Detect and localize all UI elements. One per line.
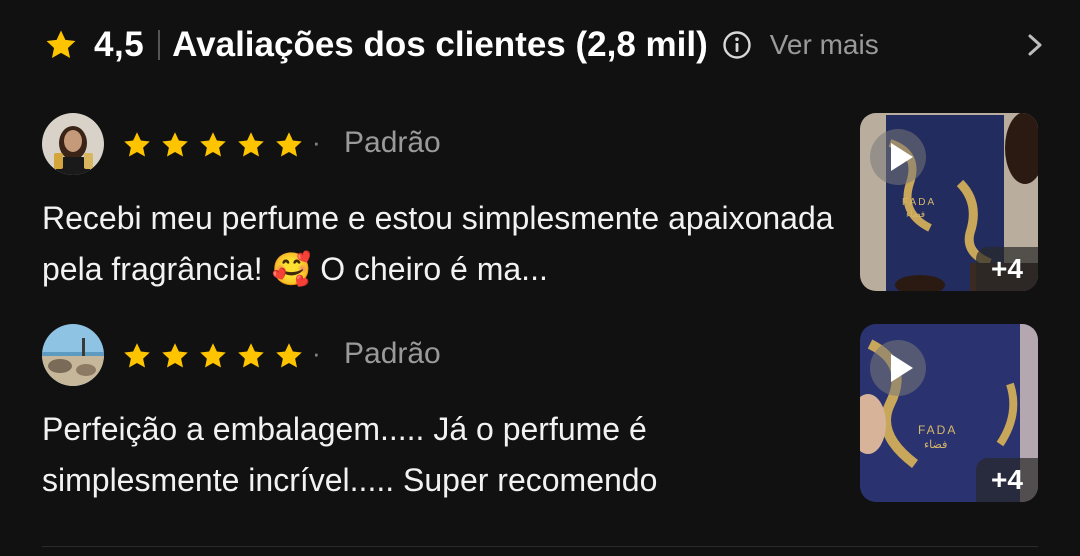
chevron-right-icon[interactable] (1024, 32, 1046, 58)
svg-text:فضاء: فضاء (924, 439, 947, 451)
review-media-thumbnail[interactable]: FADA فضاء +4 (860, 324, 1038, 502)
review-stars (122, 130, 304, 160)
star-icon (122, 130, 152, 160)
play-icon[interactable] (870, 340, 926, 396)
review-text[interactable]: Perfeição a embalagem..... Já o perfume … (42, 404, 842, 506)
reviews-header[interactable]: 4,5 Avaliações dos clientes (2,8 mil) Ve… (44, 18, 1046, 72)
average-rating: 4,5 (94, 25, 145, 64)
review-item[interactable]: · Padrão Recebi meu perfume e estou simp… (42, 113, 1042, 293)
star-icon (160, 341, 190, 371)
media-count-badge: +4 (976, 247, 1038, 291)
star-icon (198, 341, 228, 371)
separator-dot: · (312, 127, 321, 157)
media-count-badge: +4 (976, 458, 1038, 502)
star-icon (274, 341, 304, 371)
star-icon (44, 28, 78, 62)
avatar[interactable] (42, 324, 104, 386)
info-icon[interactable] (722, 30, 752, 60)
section-divider (42, 546, 1038, 547)
separator-dot: · (312, 338, 321, 368)
variant-label: Padrão (344, 126, 441, 159)
play-icon[interactable] (870, 129, 926, 185)
see-more-link[interactable]: Ver mais (770, 29, 879, 61)
svg-text:فضاء: فضاء (906, 209, 925, 219)
review-stars (122, 341, 304, 371)
reviews-title: Avaliações dos clientes (2,8 mil) (172, 25, 708, 64)
star-icon (122, 341, 152, 371)
review-text[interactable]: Recebi meu perfume e estou simplesmente … (42, 193, 842, 295)
star-icon (236, 130, 266, 160)
star-icon (274, 130, 304, 160)
avatar[interactable] (42, 113, 104, 175)
header-divider (158, 30, 161, 60)
svg-text:FADA: FADA (918, 423, 957, 437)
star-icon (236, 341, 266, 371)
review-item[interactable]: · Padrão Perfeição a embalagem..... Já o… (42, 324, 1042, 504)
review-media-thumbnail[interactable]: FADA فضاء +4 (860, 113, 1038, 291)
variant-label: Padrão (344, 337, 441, 370)
star-icon (160, 130, 190, 160)
star-icon (198, 130, 228, 160)
svg-text:FADA: FADA (902, 197, 936, 208)
